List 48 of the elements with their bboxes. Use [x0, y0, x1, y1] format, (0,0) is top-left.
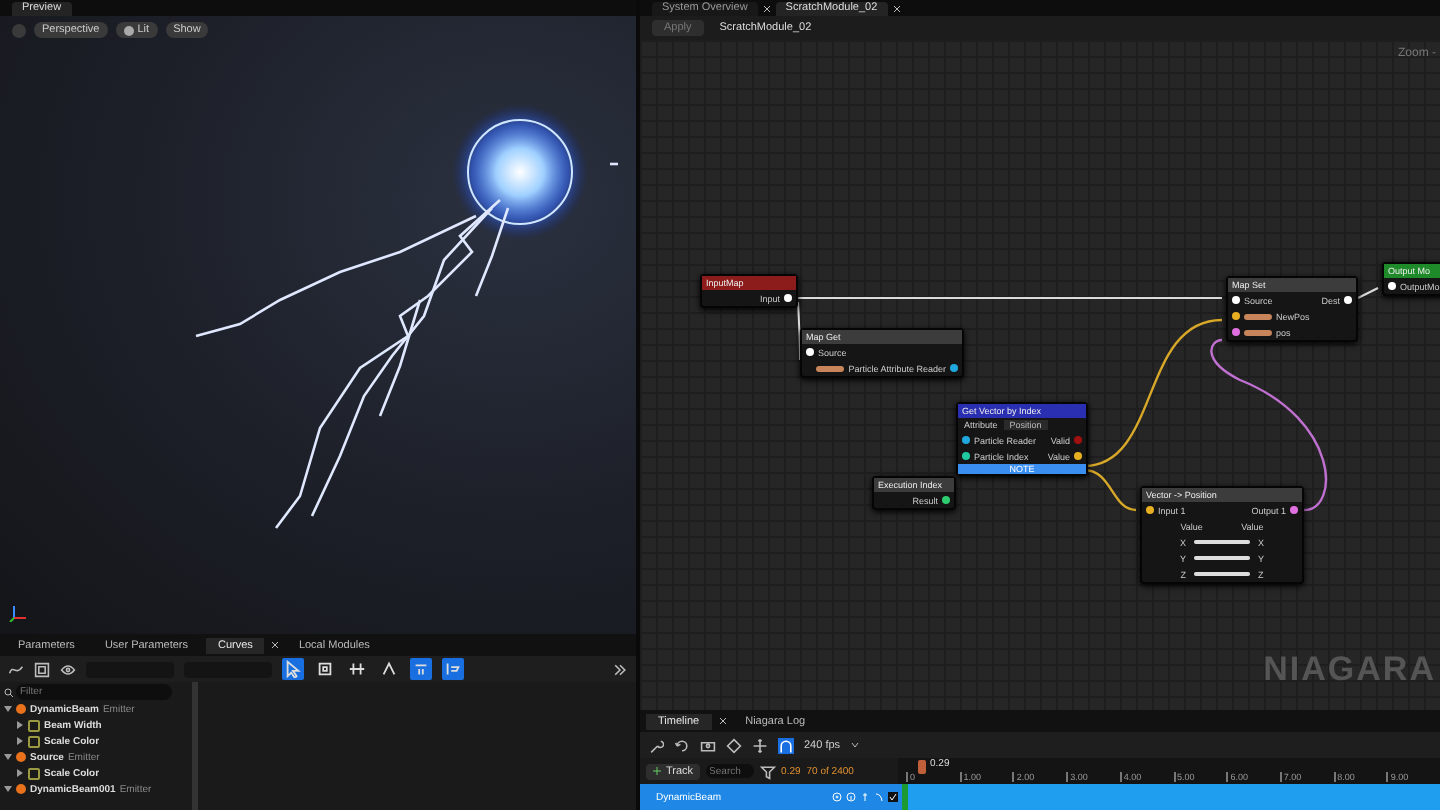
parameter-icon — [28, 767, 40, 779]
caret-icon[interactable] — [17, 769, 23, 777]
caret-icon[interactable] — [850, 740, 861, 750]
more-icon[interactable] — [612, 661, 628, 677]
pin-icon[interactable] — [1232, 328, 1240, 336]
pin-icon[interactable] — [1344, 296, 1352, 304]
close-icon[interactable] — [761, 3, 772, 13]
pin-icon[interactable] — [1074, 452, 1082, 460]
curve-tool-icon[interactable] — [378, 658, 400, 680]
axis-gizmo-icon — [8, 602, 28, 622]
frame-icon[interactable] — [34, 661, 50, 677]
pin-icon[interactable] — [1232, 312, 1240, 320]
close-icon[interactable] — [717, 716, 728, 726]
curve-tool-icon[interactable] — [346, 658, 368, 680]
info-icon[interactable] — [846, 792, 856, 802]
eye-icon[interactable] — [60, 661, 76, 677]
pin-icon[interactable] — [806, 348, 814, 356]
pin-icon[interactable] — [942, 496, 950, 504]
emitter-icon — [16, 784, 26, 794]
caret-icon[interactable] — [17, 737, 23, 745]
plus-icon — [652, 766, 662, 776]
diamond-icon[interactable] — [726, 737, 742, 753]
move-icon[interactable] — [752, 737, 768, 753]
pin-icon[interactable] — [784, 294, 792, 302]
camera-icon[interactable] — [700, 737, 716, 753]
loop-icon[interactable] — [674, 737, 690, 753]
close-icon[interactable] — [270, 640, 281, 650]
pin-icon[interactable] — [1146, 506, 1154, 514]
close-icon[interactable] — [891, 3, 902, 13]
filter-icon[interactable] — [759, 763, 776, 779]
curve-tool-icon[interactable] — [314, 658, 336, 680]
pin-icon[interactable] — [1388, 282, 1396, 290]
curve-icon[interactable] — [8, 661, 24, 677]
caret-icon[interactable] — [17, 721, 23, 729]
pin-icon[interactable] — [962, 452, 970, 460]
wrench-icon[interactable] — [648, 737, 664, 753]
magnet-icon[interactable] — [778, 737, 794, 753]
search-icon — [4, 687, 14, 697]
emitter-icon — [16, 752, 26, 762]
playhead-handle[interactable] — [918, 760, 926, 774]
pin-icon[interactable] — [1232, 296, 1240, 304]
emitter-icon — [16, 704, 26, 714]
pin-icon[interactable] — [950, 364, 958, 372]
pin-icon[interactable] — [1290, 506, 1298, 514]
record-icon[interactable] — [832, 792, 842, 802]
wire — [1357, 287, 1379, 299]
enabled-checkbox[interactable] — [888, 792, 898, 802]
pin-icon[interactable] — [962, 436, 970, 444]
